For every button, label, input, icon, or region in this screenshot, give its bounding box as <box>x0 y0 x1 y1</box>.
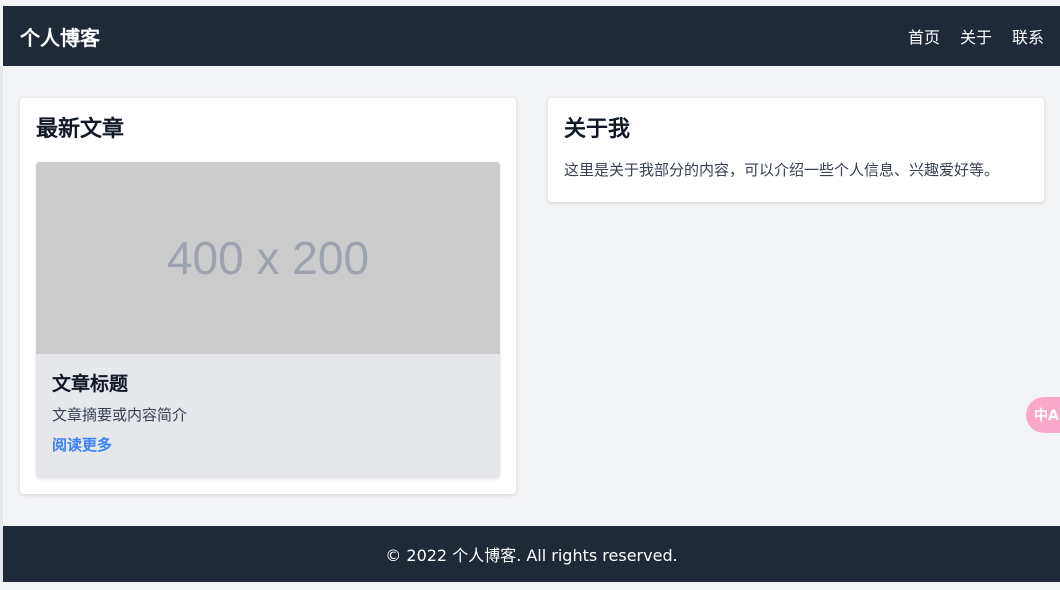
article-title: 文章标题 <box>52 373 129 395</box>
site-header: 个人博客 首页 关于 联系 <box>3 6 1060 66</box>
read-more-link[interactable]: 阅读更多 <box>52 434 112 455</box>
footer-copyright: © 2022 个人博客. All rights reserved. <box>385 546 678 565</box>
about-card: 关于我 这里是关于我部分的内容，可以介绍一些个人信息、兴趣爱好等。 <box>548 98 1044 202</box>
latest-articles-title: 最新文章 <box>36 117 125 142</box>
nav-contact[interactable]: 联系 <box>1012 24 1044 48</box>
page: 个人博客 首页 关于 联系 最新文章 400 x 200 文章标题 文章摘要或内… <box>0 0 1060 590</box>
about-text: 这里是关于我部分的内容，可以介绍一些个人信息、兴趣爱好等。 <box>564 161 1000 179</box>
nav-home[interactable]: 首页 <box>908 24 940 48</box>
article-card: 400 x 200 文章标题 文章摘要或内容简介 阅读更多 <box>36 162 500 478</box>
article-thumbnail: 400 x 200 <box>36 162 500 354</box>
bottom-strip <box>0 582 1060 590</box>
about-title: 关于我 <box>564 117 631 142</box>
translate-button[interactable]: 中A <box>1026 397 1060 433</box>
site-footer: © 2022 个人博客. All rights reserved. <box>3 526 1060 582</box>
translate-icon: 中A <box>1034 408 1059 424</box>
latest-articles-card: 最新文章 400 x 200 文章标题 文章摘要或内容简介 阅读更多 <box>20 98 516 494</box>
main-nav: 首页 关于 联系 <box>888 24 1044 48</box>
article-body: 文章标题 文章摘要或内容简介 阅读更多 <box>36 354 500 471</box>
site-brand[interactable]: 个人博客 <box>20 22 100 51</box>
nav-about[interactable]: 关于 <box>960 24 992 48</box>
left-edge <box>0 66 3 586</box>
article-summary: 文章摘要或内容简介 <box>52 406 188 424</box>
